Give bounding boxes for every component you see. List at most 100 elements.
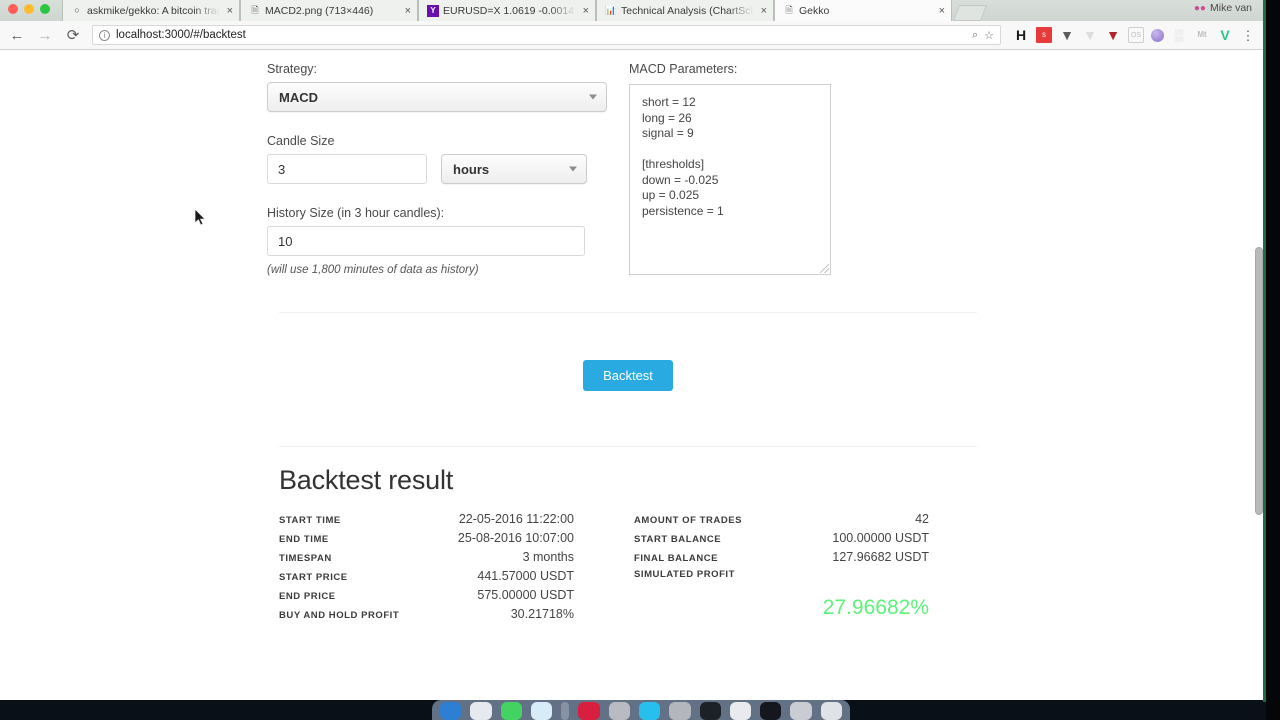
- result-value: 22-05-2016 11:22:00: [458, 512, 574, 526]
- result-key: TIMESPAN: [279, 553, 332, 564]
- os-extension-icon[interactable]: OS: [1128, 27, 1144, 43]
- back-icon[interactable]: ←: [8, 26, 26, 44]
- result-key: AMOUNT OF TRADES: [634, 515, 743, 526]
- safari-dock-icon[interactable]: [530, 702, 553, 720]
- github-icon: ○: [74, 5, 80, 15]
- candle-size-input[interactable]: 3: [267, 154, 427, 184]
- simulated-profit-value: 27.96682%: [822, 596, 929, 619]
- result-key: START PRICE: [279, 572, 348, 583]
- tab-eurusd[interactable]: Y EURUSD=X 1.0619 -0.0014 ×: [418, 0, 596, 21]
- new-tab-button[interactable]: [953, 5, 987, 21]
- reload-icon[interactable]: ⟳: [64, 26, 82, 44]
- zoom-icon[interactable]: ⌕: [972, 29, 978, 42]
- strategy-config-form: Strategy: MACD Candle Size 3 hours Histo…: [267, 62, 989, 276]
- dark-dock-icon[interactable]: [760, 702, 782, 720]
- telegram-dock-icon[interactable]: [638, 702, 661, 720]
- results-left-column: START TIME 22-05-2016 11:22:00 END TIME …: [279, 512, 574, 626]
- settings-dock-icon[interactable]: [669, 702, 691, 720]
- finder-dock-icon[interactable]: [439, 702, 462, 720]
- tab-close-icon[interactable]: ×: [224, 5, 233, 17]
- tab-technical-analysis[interactable]: 📊 Technical Analysis (ChartScho ×: [596, 0, 774, 21]
- address-bar[interactable]: i localhost:3000/#/backtest ⌕ ☆: [92, 25, 1001, 45]
- file-icon: 🗎: [785, 5, 793, 15]
- config-right-column: MACD Parameters: short = 12 long = 26 si…: [629, 62, 859, 276]
- trash-dock-icon[interactable]: [820, 702, 843, 720]
- tab-strip: ○ askmike/gekko: A bitcoin trad × 🗎 MACD…: [0, 0, 1266, 21]
- pages-dock-icon[interactable]: [729, 702, 752, 720]
- separator-dock-icon: [561, 702, 570, 720]
- result-value: 3 months: [522, 550, 574, 564]
- music-dock-icon[interactable]: [578, 702, 600, 720]
- candle-unit-select[interactable]: hours: [441, 154, 587, 184]
- tab-list: ○ askmike/gekko: A bitcoin trad × 🗎 MACD…: [62, 0, 987, 21]
- red-square-extension-icon[interactable]: s: [1036, 27, 1052, 43]
- pocket-extension-icon[interactable]: ▼: [1059, 27, 1075, 43]
- chrome-menu-icon[interactable]: ⋮: [1240, 27, 1256, 43]
- result-row: FINAL BALANCE 127.96682 USDT: [634, 550, 929, 569]
- terminal-dock-icon[interactable]: [699, 702, 721, 720]
- minimize-window-button[interactable]: [24, 4, 34, 14]
- extension-bar: H s ▼ ▼ ▼ OS ▒ Mt V ⋮: [1013, 27, 1258, 43]
- tab-close-icon[interactable]: ×: [580, 5, 589, 17]
- result-row: START BALANCE 100.00000 USDT: [634, 531, 929, 550]
- history-size-input[interactable]: 10: [267, 226, 585, 256]
- bookmark-star-icon[interactable]: ☆: [984, 29, 994, 42]
- screen: ○ askmike/gekko: A bitcoin trad × 🗎 MACD…: [0, 0, 1280, 720]
- result-value: 100.00000 USDT: [832, 531, 929, 545]
- tab-close-icon[interactable]: ×: [402, 5, 411, 17]
- mt-extension-icon[interactable]: Mt: [1194, 27, 1210, 43]
- site-info-icon[interactable]: i: [99, 29, 110, 41]
- result-row: START TIME 22-05-2016 11:22:00: [279, 512, 574, 531]
- backtest-button[interactable]: Backtest: [583, 360, 673, 391]
- result-key: SIMULATED PROFIT: [634, 569, 735, 580]
- macos-dock[interactable]: [432, 700, 850, 720]
- results-columns: START TIME 22-05-2016 11:22:00 END TIME …: [279, 512, 977, 626]
- result-key: END TIME: [279, 534, 329, 545]
- strategy-select-value: MACD: [279, 89, 318, 105]
- launchpad-dock-icon[interactable]: [470, 702, 492, 720]
- strategy-select[interactable]: MACD: [267, 82, 607, 112]
- tab-close-icon[interactable]: ×: [758, 5, 767, 17]
- page-scrollbar-thumb[interactable]: [1255, 247, 1263, 515]
- close-window-button[interactable]: [8, 4, 18, 14]
- candle-size-row: 3 hours: [267, 154, 607, 184]
- tab-title: EURUSD=X 1.0619 -0.0014: [443, 4, 575, 17]
- result-value: 575.00000 USDT: [477, 588, 574, 602]
- mail-dock-icon[interactable]: [790, 702, 812, 720]
- backtest-results: Backtest result START TIME 22-05-2016 11…: [267, 447, 989, 626]
- messages-dock-icon[interactable]: [500, 702, 522, 720]
- tab-close-icon[interactable]: ×: [936, 5, 945, 17]
- candle-unit-value: hours: [453, 161, 490, 177]
- tab-macd2-png[interactable]: 🗎 MACD2.png (713×446) ×: [240, 0, 418, 21]
- forward-icon[interactable]: →: [36, 26, 54, 44]
- profile-button[interactable]: ●● Mike van: [1194, 2, 1252, 14]
- tab-title: Gekko: [799, 4, 830, 17]
- notes-dock-icon[interactable]: [608, 702, 630, 720]
- tab-github-gekko[interactable]: ○ askmike/gekko: A bitcoin trad ×: [62, 0, 240, 21]
- tab-gekko[interactable]: 🗎 Gekko ×: [774, 0, 952, 21]
- result-row: END PRICE 575.00000 USDT: [279, 588, 574, 607]
- orb-extension-icon[interactable]: [1151, 28, 1164, 42]
- yahoo-icon: Y: [427, 4, 439, 17]
- result-key: START TIME: [279, 515, 341, 526]
- tab-title: Technical Analysis (ChartScho: [621, 4, 754, 17]
- vee-extension-icon[interactable]: V: [1217, 27, 1233, 43]
- grid-extension-icon[interactable]: ▒: [1171, 27, 1187, 43]
- result-row: BUY AND HOLD PROFIT 30.21718%: [279, 607, 574, 626]
- macd-parameters-textarea[interactable]: short = 12 long = 26 signal = 9 [thresho…: [629, 84, 831, 275]
- gekko-backtest-page: Strategy: MACD Candle Size 3 hours Histo…: [0, 50, 1256, 626]
- maximize-window-button[interactable]: [40, 4, 50, 14]
- shield-pale-extension-icon[interactable]: ▼: [1082, 27, 1098, 43]
- page-viewport: Strategy: MACD Candle Size 3 hours Histo…: [0, 50, 1266, 702]
- chrome-browser-window: ○ askmike/gekko: A bitcoin trad × 🗎 MACD…: [0, 0, 1266, 702]
- result-row: END TIME 25-08-2016 10:07:00: [279, 531, 574, 550]
- page-container: Strategy: MACD Candle Size 3 hours Histo…: [267, 50, 989, 626]
- shield-red-extension-icon[interactable]: ▼: [1105, 27, 1121, 43]
- tab-title: MACD2.png (713×446): [265, 4, 374, 17]
- resize-grip-icon[interactable]: [820, 264, 829, 273]
- h-extension-icon[interactable]: H: [1013, 27, 1029, 43]
- file-icon: 🗎: [251, 5, 259, 15]
- profile-name: Mike van: [1209, 2, 1252, 14]
- result-key: BUY AND HOLD PROFIT: [279, 610, 400, 621]
- results-right-column: AMOUNT OF TRADES 42 START BALANCE 100.00…: [634, 512, 929, 626]
